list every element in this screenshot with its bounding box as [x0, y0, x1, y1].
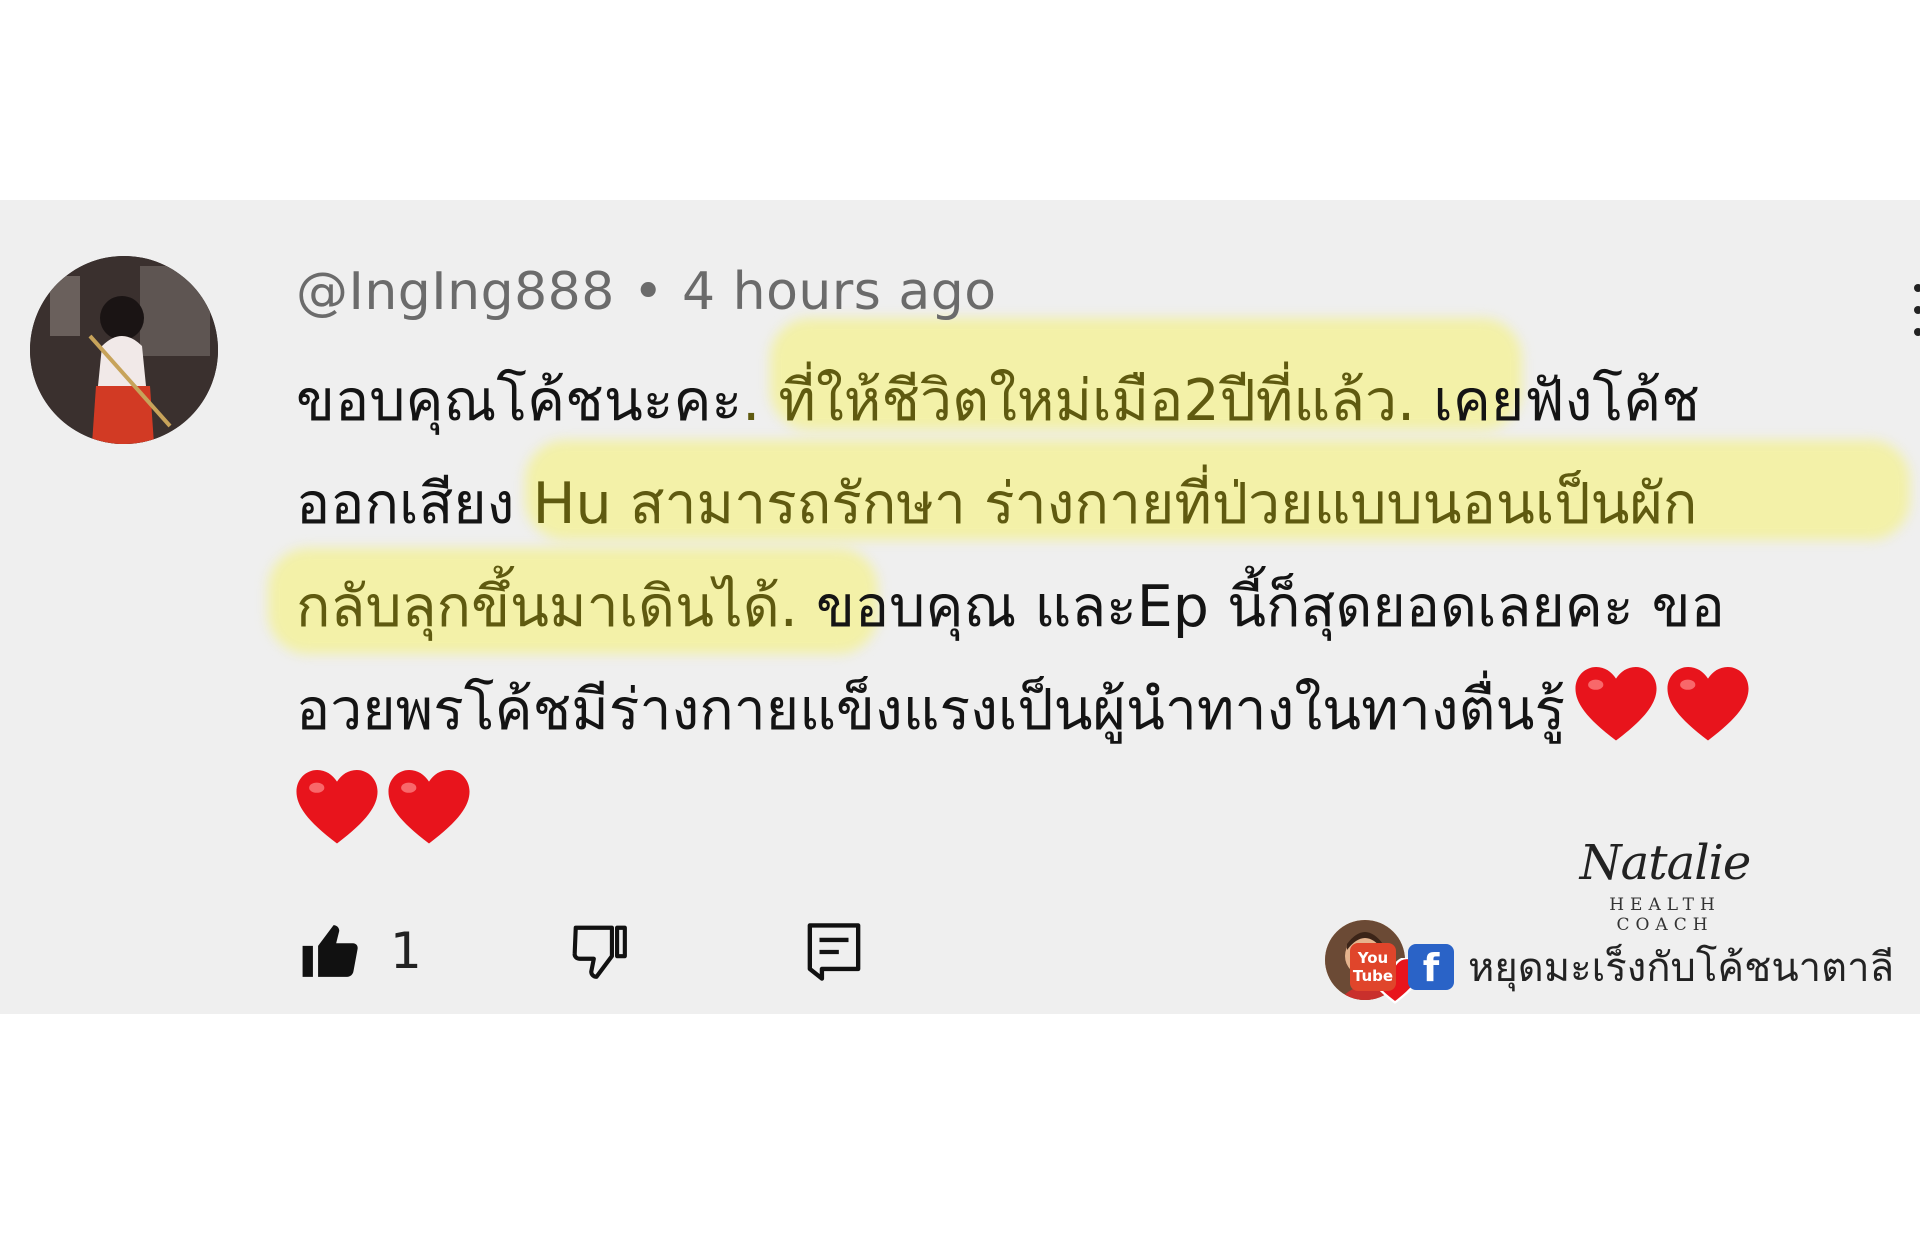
comment-text-segment: เคยฟังโค้ช — [1415, 368, 1700, 434]
like-count: 1 — [390, 922, 422, 980]
comment-line: ออกเสียง Hu สามารถรักษา ร่างกายที่ป่วยแบ… — [296, 453, 1886, 556]
social-links: You Tube f หยุดมะเร็งกับโค้ชนาตาลี — [1350, 935, 1894, 999]
like-button[interactable]: 1 — [300, 920, 422, 982]
comment-text-segment: อวยพรโค้ชมีร่างกายแข็งแรงเป็นผู้นำทางในท… — [296, 677, 1566, 743]
youtube-label-bottom: Tube — [1352, 967, 1394, 985]
comment-line: ขอบคุณโค้ชนะคะ. ที่ให้ชีวิตใหม่เมือ2ปีที… — [296, 350, 1886, 453]
more-options-icon[interactable] — [1912, 280, 1920, 340]
comment-meta: @IngIng888 • 4 hours ago — [296, 262, 997, 322]
comment-line: กลับลุกขึ้นมาเดินได้. ขอบคุณ และEp นี้ก็… — [296, 556, 1886, 659]
thumbs-up-icon — [302, 925, 358, 977]
comment-line: อวยพรโค้ชมีร่างกายแข็งแรงเป็นผู้นำทางในท… — [296, 659, 1886, 762]
facebook-icon[interactable]: f — [1408, 944, 1454, 990]
comment-text-segment: ขอบคุณโค้ชนะคะ — [296, 368, 743, 434]
comment-text-segment: ขอบคุณ และEp นี้ก็สุดยอดเลยคะ ขอ — [797, 574, 1725, 640]
heart-icon — [388, 770, 470, 844]
commenter-avatar[interactable] — [30, 256, 218, 444]
heart-icon — [1667, 667, 1749, 741]
dislike-button[interactable] — [568, 920, 630, 982]
highlighted-text: กลับลุกขึ้นมาเดินได้. — [296, 574, 798, 640]
brand-script: Natalie — [1579, 835, 1752, 891]
commenter-avatar-image — [30, 256, 218, 444]
channel-name: หยุดมะเร็งกับโค้ชนาตาลี — [1468, 945, 1895, 991]
highlighted-text: Hu สามารถรักษา ร่างกายที่ป่วยแบบนอนเป็นผ… — [532, 471, 1698, 537]
comment-text: ขอบคุณโค้ชนะคะ. ที่ให้ชีวิตใหม่เมือ2ปีที… — [296, 350, 1886, 865]
youtube-label-top: You — [1357, 949, 1389, 967]
meta-separator: • — [632, 262, 665, 322]
reply-button[interactable] — [805, 920, 863, 984]
youtube-icon[interactable]: You Tube — [1350, 943, 1396, 991]
highlighted-text: . ที่ให้ชีวิตใหม่เมือ2ปีที่แล้ว. — [742, 368, 1416, 434]
comment-text-segment: ออกเสียง — [296, 471, 533, 537]
comment-timestamp[interactable]: 4 hours ago — [682, 262, 997, 322]
heart-icon — [296, 770, 378, 844]
heart-icon — [1575, 667, 1657, 741]
author-handle[interactable]: @IngIng888 — [296, 262, 615, 322]
facebook-letter: f — [1422, 946, 1440, 990]
comment-icon — [807, 923, 861, 981]
thumbs-down-icon — [572, 925, 627, 979]
